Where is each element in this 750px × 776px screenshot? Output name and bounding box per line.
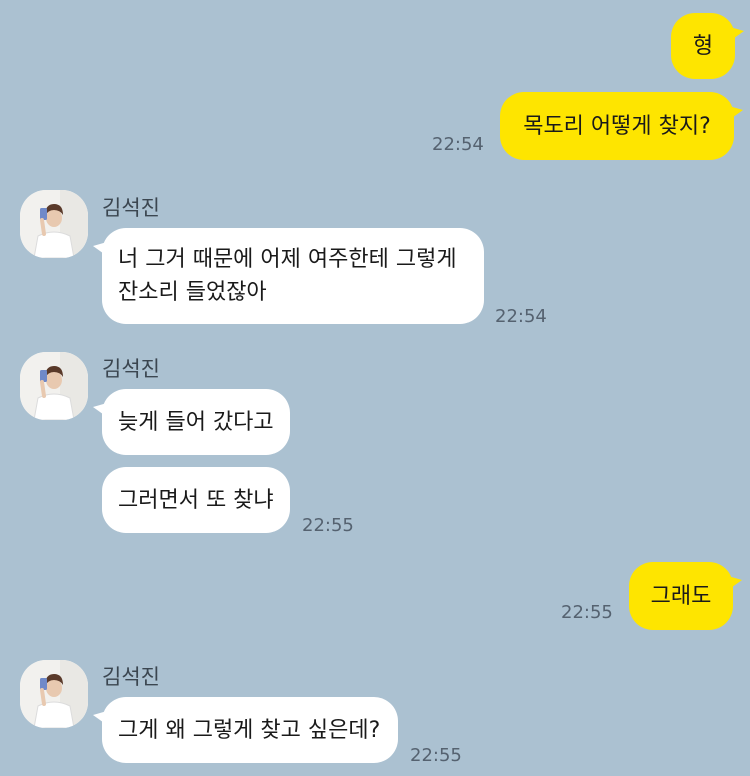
avatar-photo (20, 190, 88, 258)
their-message-bubble[interactable]: 그게 왜 그렇게 찾고 싶은데? (93, 697, 398, 763)
contact-avatar[interactable] (20, 660, 88, 728)
avatar-photo (20, 352, 88, 420)
my-message-bubble[interactable]: 그래도 (629, 562, 742, 630)
message-timestamp: 22:55 (561, 602, 613, 623)
my-message-bubble[interactable]: 형 (671, 13, 744, 79)
message-text-block: 너 그거 때문에 어제 여주한테 그렇게 잔소리 들었잖아 (118, 243, 457, 309)
message-text: 형 (692, 33, 714, 59)
contact-name: 김석진 (102, 665, 160, 689)
message-timestamp: 22:55 (410, 745, 462, 766)
message-timestamp: 22:54 (495, 306, 547, 327)
contact-name: 김석진 (102, 357, 160, 381)
message-text: 그게 왜 그렇게 찾고 싶은데? (118, 717, 381, 743)
message-timestamp: 22:54 (432, 134, 484, 155)
contact-avatar[interactable] (20, 352, 88, 420)
contact-name: 김석진 (102, 196, 160, 220)
avatar-photo (20, 660, 88, 728)
their-message-bubble[interactable]: 늦게 들어 갔다고 (93, 389, 290, 455)
contact-avatar[interactable] (20, 190, 88, 258)
message-text: 늦게 들어 갔다고 (118, 409, 274, 435)
my-message-bubble[interactable]: 목도리 어떻게 찾지? (500, 92, 743, 160)
their-message-bubble[interactable]: 너 그거 때문에 어제 여주한테 그렇게 잔소리 들었잖아 (93, 228, 484, 324)
message-text-line: 너 그거 때문에 어제 여주한테 그렇게 (118, 247, 457, 272)
their-message-bubble[interactable]: 그러면서 또 찾냐 (102, 467, 290, 533)
message-timestamp: 22:55 (302, 515, 354, 536)
message-text: 그러면서 또 찾냐 (118, 487, 274, 513)
message-text: 목도리 어떻게 찾지? (523, 113, 711, 139)
message-text-line: 잔소리 들었잖아 (118, 280, 267, 305)
message-text: 그래도 (650, 583, 712, 609)
